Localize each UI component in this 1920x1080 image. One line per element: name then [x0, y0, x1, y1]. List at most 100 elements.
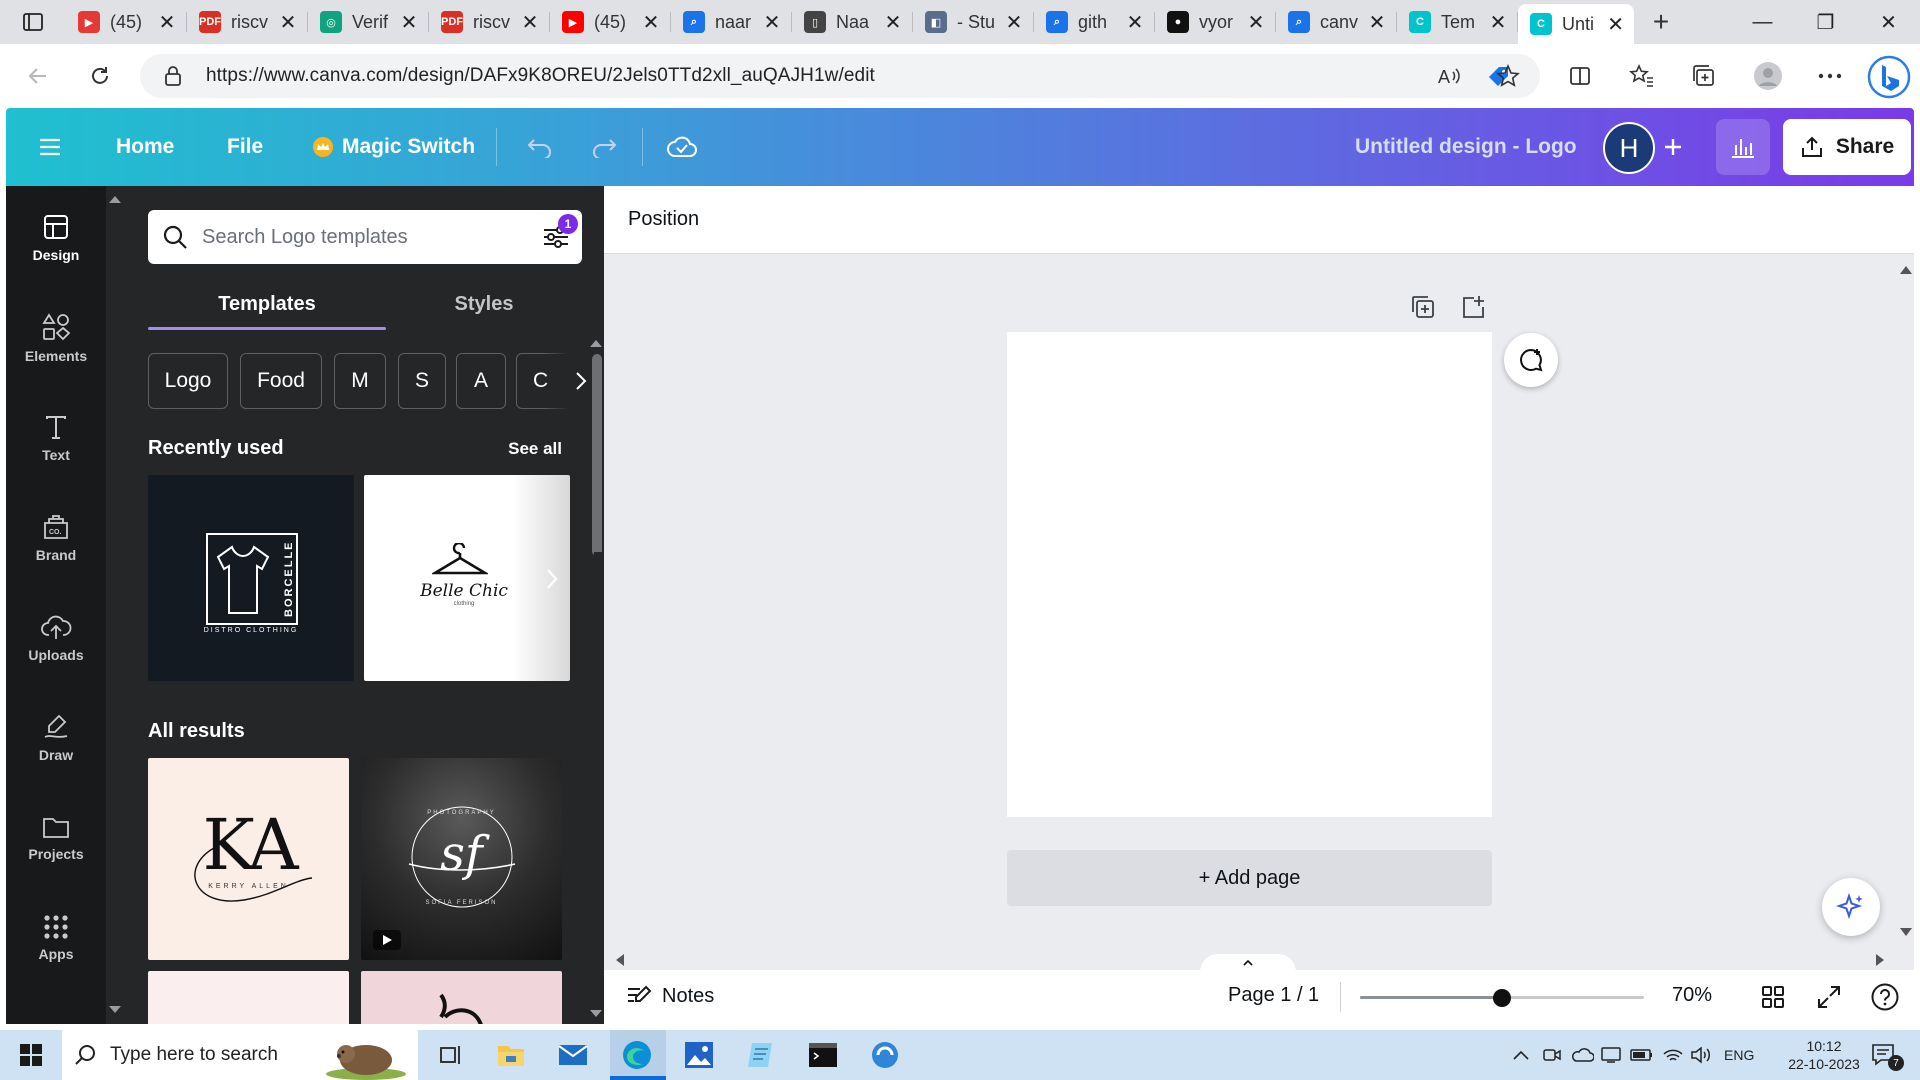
- list-scroll-up-arrow[interactable]: [590, 340, 602, 347]
- magic-assistant-button[interactable]: [1822, 878, 1880, 936]
- network-adapter-icon[interactable]: [1600, 1030, 1622, 1080]
- refresh-button[interactable]: [78, 54, 122, 98]
- tray-overflow-icon[interactable]: [1512, 1030, 1530, 1080]
- chip-food[interactable]: Food: [240, 353, 322, 409]
- cloud-saved-icon[interactable]: [666, 108, 698, 186]
- help-icon[interactable]: [1870, 982, 1900, 1012]
- back-button[interactable]: [16, 54, 60, 98]
- list-scroll-down-arrow[interactable]: [590, 1010, 602, 1017]
- tab-close-icon[interactable]: ✕: [1368, 10, 1386, 35]
- tab-close-icon[interactable]: ✕: [521, 10, 539, 35]
- magic-switch-button[interactable]: Magic Switch: [312, 108, 475, 186]
- position-button[interactable]: Position: [628, 208, 699, 231]
- file-explorer-icon[interactable]: [494, 1038, 528, 1072]
- task-view-icon[interactable]: [434, 1038, 468, 1072]
- more-options-icon[interactable]: [1808, 54, 1852, 98]
- new-tab-button[interactable]: +: [1634, 0, 1688, 44]
- tab-close-icon[interactable]: ✕: [1489, 10, 1507, 35]
- taskbar-search-field[interactable]: Type here to search: [62, 1030, 418, 1080]
- zoom-slider-track[interactable]: [1360, 989, 1644, 1007]
- browser-tab[interactable]: ◎ Verif ✕: [308, 0, 429, 44]
- rail-item-brand[interactable]: CO. Brand: [6, 490, 106, 586]
- zoom-level[interactable]: 70%: [1672, 984, 1712, 1007]
- rail-item-uploads[interactable]: Uploads: [6, 590, 106, 686]
- vscode-icon[interactable]: [868, 1038, 902, 1072]
- meet-now-icon[interactable]: [1542, 1030, 1562, 1080]
- split-screen-icon[interactable]: [1558, 54, 1602, 98]
- tab-close-icon[interactable]: ✕: [400, 10, 418, 35]
- grid-view-icon[interactable]: [1760, 984, 1786, 1010]
- browser-tab[interactable]: ▯ Naa ✕: [792, 0, 913, 44]
- result-template-ka[interactable]: KA KERRY ALLEN: [148, 758, 349, 960]
- redo-button[interactable]: [590, 108, 618, 186]
- browser-tab[interactable]: ▶ (45) ✕: [66, 0, 187, 44]
- add-collaborator-button[interactable]: [1662, 108, 1684, 186]
- tab-close-icon[interactable]: ✕: [1005, 10, 1023, 35]
- browser-tab[interactable]: ● vyor ✕: [1155, 0, 1276, 44]
- notepad-icon[interactable]: [744, 1038, 778, 1072]
- editor-scroll-down-arrow[interactable]: [1900, 928, 1912, 936]
- panel-scroll-down-arrow[interactable]: [109, 1006, 121, 1013]
- share-button[interactable]: Share: [1783, 119, 1911, 175]
- chips-next-arrow[interactable]: [544, 353, 588, 409]
- hamburger-menu-icon[interactable]: [38, 108, 62, 186]
- windows-start-icon[interactable]: [14, 1038, 48, 1072]
- editor-scroll-left-arrow[interactable]: [616, 954, 624, 966]
- browser-tab[interactable]: PDF riscv ✕: [187, 0, 308, 44]
- profile-avatar[interactable]: [1746, 54, 1790, 98]
- browser-tab[interactable]: ⌕ canv ✕: [1276, 0, 1397, 44]
- minimize-button[interactable]: —: [1731, 0, 1794, 44]
- rail-item-elements[interactable]: Elements: [6, 290, 106, 386]
- tab-close-icon[interactable]: ✕: [642, 10, 660, 35]
- undo-button[interactable]: [526, 108, 554, 186]
- template-search-field[interactable]: Search Logo templates 1: [148, 210, 582, 264]
- design-title[interactable]: Untitled design - Logo: [1355, 108, 1577, 186]
- notes-button[interactable]: Notes: [626, 984, 714, 1008]
- see-all-link[interactable]: See all: [508, 439, 562, 459]
- recent-next-arrow[interactable]: [534, 551, 570, 607]
- editor-scroll-up-arrow[interactable]: [1900, 266, 1912, 274]
- clock[interactable]: 10:12 22-10-2023: [1776, 1030, 1872, 1080]
- result-template-partial-2[interactable]: [361, 971, 562, 1024]
- volume-icon[interactable]: [1690, 1030, 1712, 1080]
- lock-icon[interactable]: [164, 66, 182, 86]
- tab-close-icon[interactable]: ✕: [279, 10, 297, 35]
- photos-icon[interactable]: [682, 1038, 716, 1072]
- add-page-icon[interactable]: [1460, 294, 1486, 320]
- rail-item-apps[interactable]: Apps: [6, 890, 106, 986]
- browser-tab[interactable]: ⌕ gith ✕: [1034, 0, 1155, 44]
- chip-logo[interactable]: Logo: [148, 353, 228, 409]
- mail-icon[interactable]: [556, 1038, 590, 1072]
- panel-scrollbar[interactable]: [592, 354, 602, 556]
- wifi-icon[interactable]: [1662, 1030, 1684, 1080]
- chip-a[interactable]: A: [456, 353, 506, 409]
- add-page-button[interactable]: + Add page: [1007, 850, 1492, 906]
- recent-template-borcelle[interactable]: BORCELLE DISTRO CLOTHING: [148, 475, 354, 681]
- browser-tab[interactable]: ◧ - Stu ✕: [913, 0, 1034, 44]
- browser-tab[interactable]: PDF riscv ✕: [429, 0, 550, 44]
- input-language[interactable]: ENG: [1724, 1030, 1754, 1080]
- chip-s[interactable]: S: [398, 353, 446, 409]
- panel-scroll-up-arrow[interactable]: [109, 196, 121, 203]
- tab-close-icon[interactable]: ✕: [884, 10, 902, 35]
- tab-close-icon[interactable]: ✕: [1247, 10, 1265, 35]
- page-indicator[interactable]: Page 1 / 1: [1228, 984, 1319, 1007]
- edge-browser-icon[interactable]: [620, 1038, 654, 1072]
- tab-templates[interactable]: Templates: [148, 282, 386, 326]
- home-menu[interactable]: Home: [116, 108, 174, 186]
- file-menu[interactable]: File: [227, 108, 263, 186]
- user-avatar[interactable]: H: [1603, 122, 1655, 174]
- browser-tab[interactable]: C Tem ✕: [1397, 0, 1518, 44]
- browser-tab[interactable]: ▶ (45) ✕: [550, 0, 671, 44]
- rail-item-draw[interactable]: Draw: [6, 690, 106, 786]
- tab-close-icon[interactable]: ✕: [1607, 12, 1624, 37]
- duplicate-page-icon[interactable]: [1410, 294, 1436, 320]
- result-template-partial-1[interactable]: [148, 971, 349, 1024]
- tab-close-icon[interactable]: ✕: [158, 10, 176, 35]
- favorites-icon[interactable]: [1620, 54, 1664, 98]
- bing-copilot-icon[interactable]: [1864, 52, 1914, 102]
- tab-close-icon[interactable]: ✕: [1126, 10, 1144, 35]
- close-window-button[interactable]: ✕: [1857, 0, 1920, 44]
- browser-tab[interactable]: ⌕ naar ✕: [671, 0, 792, 44]
- notification-center-icon[interactable]: 7: [1870, 1030, 1914, 1080]
